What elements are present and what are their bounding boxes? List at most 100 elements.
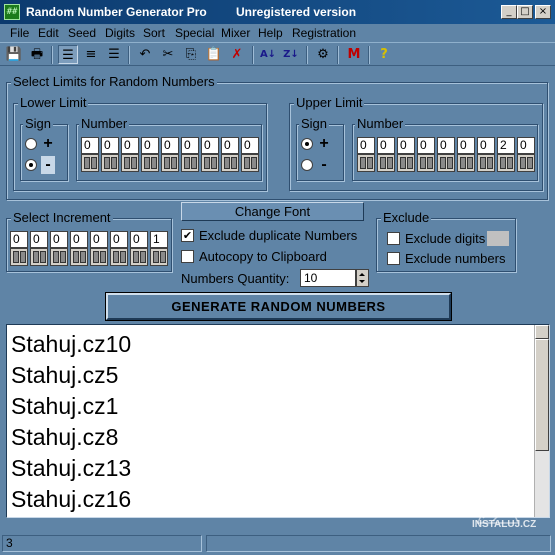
digit-stepper[interactable] <box>161 154 179 172</box>
maximize-button[interactable]: □ <box>517 5 533 19</box>
delete-icon[interactable]: ✗ <box>227 45 247 64</box>
change-font-button[interactable]: Change Font <box>181 202 364 221</box>
digit-spinner[interactable]: 2 <box>497 137 515 173</box>
digit-up-icon[interactable] <box>20 251 26 263</box>
digit-spinner[interactable]: 0 <box>477 137 495 173</box>
digit-up-icon[interactable] <box>211 157 217 169</box>
digit-value[interactable]: 0 <box>397 137 415 154</box>
exclude-digits-option[interactable]: Exclude digits <box>387 231 510 246</box>
scroll-thumb[interactable] <box>535 339 549 451</box>
digit-stepper[interactable] <box>517 154 535 172</box>
digit-down-icon[interactable] <box>124 157 130 169</box>
digit-up-icon[interactable] <box>487 157 493 169</box>
digit-up-icon[interactable] <box>527 157 533 169</box>
title-bar[interactable]: ## Random Number Generator Pro Unregiste… <box>0 0 555 24</box>
digit-up-icon[interactable] <box>467 157 473 169</box>
digit-value[interactable]: 0 <box>141 137 159 154</box>
digit-stepper[interactable] <box>201 154 219 172</box>
scroll-up-arrow[interactable] <box>535 325 549 339</box>
digit-value[interactable]: 0 <box>221 137 239 154</box>
close-button[interactable]: × <box>535 5 551 19</box>
quantity-input[interactable]: 10 <box>300 269 356 287</box>
exclude-numbers-checkbox[interactable] <box>387 252 400 265</box>
digit-stepper[interactable] <box>141 154 159 172</box>
menu-help[interactable]: Help <box>258 26 283 40</box>
digit-value[interactable]: 0 <box>181 137 199 154</box>
digit-stepper[interactable] <box>497 154 515 172</box>
digit-stepper[interactable] <box>101 154 119 172</box>
digit-down-icon[interactable] <box>440 157 446 169</box>
menu-file[interactable]: File <box>10 26 29 40</box>
digit-down-icon[interactable] <box>73 251 79 263</box>
digit-spinner[interactable]: 0 <box>101 137 119 173</box>
digit-stepper[interactable] <box>81 154 99 172</box>
menu-mixer[interactable]: Mixer <box>221 26 250 40</box>
lower-sign-minus[interactable]: - <box>25 156 55 174</box>
digit-stepper[interactable] <box>70 248 88 266</box>
digit-stepper[interactable] <box>121 154 139 172</box>
digit-value[interactable]: 0 <box>241 137 259 154</box>
digit-up-icon[interactable] <box>160 251 166 263</box>
digit-up-icon[interactable] <box>40 251 46 263</box>
digit-value[interactable]: 0 <box>130 231 148 248</box>
upper-sign-minus[interactable]: - <box>301 156 331 174</box>
digit-spinner[interactable]: 0 <box>70 231 88 267</box>
digit-stepper[interactable] <box>30 248 48 266</box>
digit-value[interactable]: 0 <box>437 137 455 154</box>
digit-down-icon[interactable] <box>13 251 19 263</box>
digit-stepper[interactable] <box>377 154 395 172</box>
paste-icon[interactable]: 📋 <box>204 45 224 64</box>
digit-spinner[interactable]: 0 <box>81 137 99 173</box>
digit-stepper[interactable] <box>437 154 455 172</box>
digit-down-icon[interactable] <box>184 157 190 169</box>
digit-down-icon[interactable] <box>144 157 150 169</box>
undo-icon[interactable]: ↶ <box>135 45 155 64</box>
digit-value[interactable]: 0 <box>517 137 535 154</box>
digit-stepper[interactable] <box>417 154 435 172</box>
digit-stepper[interactable] <box>241 154 259 172</box>
digit-spinner[interactable]: 0 <box>357 137 375 173</box>
digit-value[interactable]: 0 <box>101 137 119 154</box>
menu-sort[interactable]: Sort <box>143 26 165 40</box>
digit-down-icon[interactable] <box>500 157 506 169</box>
digit-spinner[interactable]: 1 <box>150 231 168 267</box>
digit-down-icon[interactable] <box>104 157 110 169</box>
digit-stepper[interactable] <box>150 248 168 266</box>
digit-spinner[interactable]: 0 <box>90 231 108 267</box>
digit-up-icon[interactable] <box>131 157 137 169</box>
exclude-digits-checkbox[interactable] <box>387 232 400 245</box>
digit-up-icon[interactable] <box>120 251 126 263</box>
lower-minus-radio[interactable] <box>25 159 37 171</box>
digit-down-icon[interactable] <box>53 251 59 263</box>
digit-value[interactable]: 0 <box>50 231 68 248</box>
generate-button[interactable]: GENERATE RANDOM NUMBERS <box>106 293 451 320</box>
digit-value[interactable]: 2 <box>497 137 515 154</box>
align-left-icon[interactable]: ☰ <box>58 45 78 64</box>
digit-value[interactable]: 0 <box>90 231 108 248</box>
menu-edit[interactable]: Edit <box>38 26 59 40</box>
digit-down-icon[interactable] <box>420 157 426 169</box>
digit-down-icon[interactable] <box>33 251 39 263</box>
sort-ascending-icon[interactable]: A↓ <box>258 45 278 64</box>
digit-value[interactable]: 0 <box>201 137 219 154</box>
minimize-button[interactable]: _ <box>501 5 517 19</box>
digit-stepper[interactable] <box>10 248 28 266</box>
align-center-icon[interactable]: ≡ <box>81 45 101 64</box>
digit-up-icon[interactable] <box>151 157 157 169</box>
digit-up-icon[interactable] <box>80 251 86 263</box>
digit-stepper[interactable] <box>130 248 148 266</box>
digit-up-icon[interactable] <box>507 157 513 169</box>
cut-icon[interactable]: ✂ <box>158 45 178 64</box>
digit-down-icon[interactable] <box>244 157 250 169</box>
exclude-duplicates-option[interactable]: ✔ Exclude duplicate Numbers <box>181 228 357 243</box>
digit-spinner[interactable]: 0 <box>437 137 455 173</box>
digit-spinner[interactable]: 0 <box>141 137 159 173</box>
autocopy-checkbox[interactable] <box>181 250 194 263</box>
digit-stepper[interactable] <box>50 248 68 266</box>
exclude-digits-field[interactable] <box>487 231 510 246</box>
digit-stepper[interactable] <box>110 248 128 266</box>
autocopy-option[interactable]: Autocopy to Clipboard <box>181 249 327 264</box>
digit-spinner[interactable]: 0 <box>221 137 239 173</box>
digit-stepper[interactable] <box>90 248 108 266</box>
digit-value[interactable]: 0 <box>417 137 435 154</box>
